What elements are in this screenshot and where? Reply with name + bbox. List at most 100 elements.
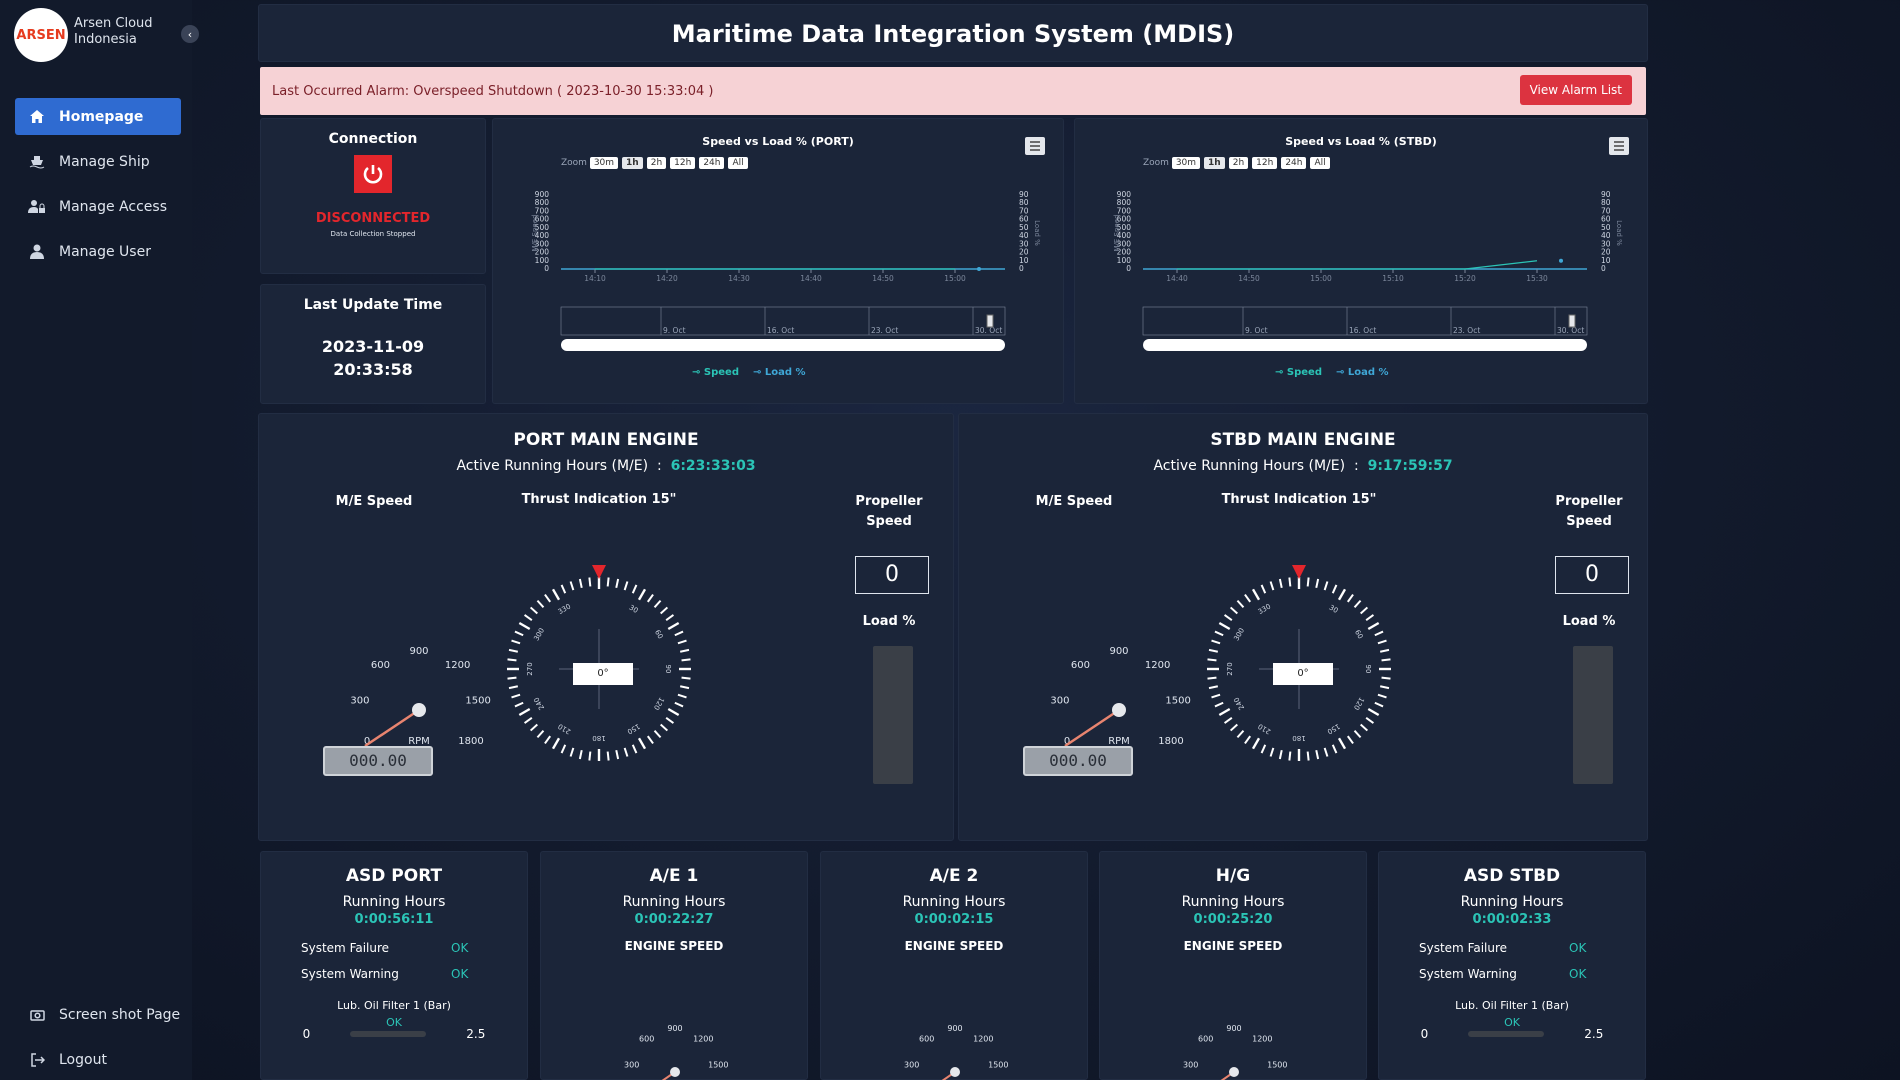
compass-tick: [508, 648, 519, 653]
nav-manage-ship[interactable]: Manage Ship: [15, 143, 181, 180]
connection-status: DISCONNECTED: [315, 211, 431, 226]
navigator-label: 16. Oct: [1349, 326, 1376, 335]
compass-tick: [518, 621, 531, 631]
y-axis-label-right: Load %: [1033, 220, 1041, 246]
compass-tick: [606, 751, 610, 761]
card-title: H/G: [1215, 866, 1251, 886]
compass-label: 30: [1328, 604, 1340, 615]
y-axis-label-left: M/E Speed: [1113, 215, 1121, 252]
thrust-marker: [1292, 565, 1306, 579]
compass-tick: [653, 730, 662, 739]
y-tick-left: 0: [544, 264, 549, 273]
x-tick-label: 14:40: [800, 274, 822, 283]
compass-tick: [1278, 749, 1283, 760]
compass-label: 150: [626, 722, 642, 736]
propeller-label: Propeller Speed: [1555, 494, 1623, 529]
compass-tick: [623, 747, 629, 757]
bottom-card: H/G Running Hours 0:00:25:20 ENGINE SPEED 30…: [1099, 851, 1367, 1080]
y-axis-label-left: M/E Speed: [531, 215, 539, 252]
nav-label: Manage Ship: [59, 153, 150, 170]
rpm-tick-label: 1500: [988, 1060, 1008, 1069]
rpm-tick-label: 1200: [1145, 660, 1170, 671]
compass-tick: [1218, 707, 1231, 717]
compass-label: 210: [557, 722, 573, 736]
legend-speed: ⊸ Speed: [692, 367, 739, 378]
compass-tick: [1214, 630, 1224, 637]
rpm-tick-label: 1500: [708, 1060, 728, 1069]
chart-menu-button[interactable]: [1609, 137, 1629, 155]
logout-icon: [27, 1051, 47, 1069]
compass-tick: [1377, 639, 1387, 645]
rpm-tick-label: 300: [904, 1060, 919, 1069]
nav-homepage[interactable]: Homepage: [15, 98, 181, 135]
nav-screenshot-page[interactable]: Screen shot Page: [15, 996, 181, 1033]
compass-tick: [1331, 744, 1338, 754]
connection-panel: Connection DISCONNECTED Data Collection …: [260, 118, 486, 274]
nav-label: Manage Access: [59, 198, 167, 215]
power-button[interactable]: [354, 155, 392, 193]
rpm-tick-label: 1200: [445, 660, 470, 671]
compass-tick: [1269, 747, 1275, 757]
compass-tick: [1211, 639, 1221, 645]
collapse-sidebar-button[interactable]: ‹: [181, 25, 199, 43]
running-hours-label: Running Hours: [342, 894, 446, 910]
card-title: ASD PORT: [345, 866, 443, 886]
compass-label: 120: [652, 696, 666, 712]
compass-tick: [665, 716, 675, 724]
compass-tick: [569, 581, 575, 591]
chart-panel-port: Speed vs Load % (PORT) Zoom 30m 1h 2h 12h 24…: [492, 118, 1064, 404]
compass-tick: [536, 730, 545, 739]
navigator-label: 23. Oct: [871, 326, 898, 335]
chevron-left-icon: ‹: [187, 27, 193, 41]
chart-area[interactable]: Zoom 30m 1h 2h 12h 24h All 900 800 700 600 500 400 3…: [1075, 155, 1649, 395]
bottom-card: A/E 1 Running Hours 0:00:22:27 ENGINE SPEED…: [540, 851, 808, 1080]
last-update-date: 2023-11-09: [321, 337, 425, 356]
nav-manage-access[interactable]: Manage Access: [15, 188, 181, 225]
compass-tick: [1346, 735, 1354, 745]
nav-logout[interactable]: Logout: [15, 1041, 181, 1078]
filter-label: Lub. Oil Filter 1 (Bar): [337, 999, 451, 1012]
compass-tick: [667, 621, 680, 631]
compass-label: 270: [526, 662, 534, 675]
view-alarm-list-button[interactable]: View Alarm List: [1519, 75, 1632, 105]
compass-tick: [523, 716, 533, 724]
compass-tick: [1331, 584, 1338, 594]
x-tick-label: 14:20: [656, 274, 678, 283]
compass-tick: [551, 737, 561, 750]
me-speed-label: M/E Speed: [335, 494, 413, 509]
compass-label: 120: [1352, 696, 1366, 712]
compass-tick: [529, 606, 538, 615]
chart-area[interactable]: Zoom 30m 1h 2h 12h 24h All 900 800 700 600 500 400 3…: [493, 155, 1065, 395]
hours-label: Active Running Hours (M/E): [456, 458, 649, 474]
compass-tick: [1244, 593, 1252, 603]
load-label: Load %: [1562, 614, 1616, 629]
load-series-line: [1177, 260, 1538, 270]
chart-menu-button[interactable]: [1025, 137, 1045, 155]
gauge-hub: [670, 1067, 680, 1077]
filter-min: 0: [302, 1027, 311, 1041]
compass-tick: [1260, 744, 1267, 754]
compass-tick: [1381, 658, 1391, 662]
compass-tick: [1223, 614, 1233, 622]
compass-tick: [1229, 723, 1238, 732]
page-title: Maritime Data Integration System (MDIS): [671, 20, 1235, 48]
running-hours-value: 0:00:25:20: [1193, 912, 1273, 927]
filter-label: Lub. Oil Filter 1 (Bar): [1455, 999, 1569, 1012]
compass-tick: [1353, 730, 1362, 739]
bottom-card: ASD PORT Running Hours 0:00:56:11 System Fa…: [260, 851, 528, 1080]
engine-title: PORT MAIN ENGINE: [513, 430, 699, 450]
compass-tick: [1315, 749, 1320, 760]
chart-legend: ⊸ Speed ⊸ Load %: [692, 367, 805, 378]
nav-manage-user[interactable]: Manage User: [15, 233, 181, 270]
compass-tick: [1346, 593, 1354, 603]
thrust-angle-display: 0°: [1273, 663, 1333, 685]
compass-tick: [606, 577, 610, 587]
compass-tick: [514, 630, 524, 637]
running-hours-label: Running Hours: [902, 894, 1006, 910]
rpm-tick-label: 1800: [1158, 736, 1183, 747]
compass-tick: [1306, 751, 1310, 761]
propeller-speed-value: 0: [855, 556, 929, 594]
compass-tick: [1214, 701, 1224, 708]
rpm-tick-label: 1200: [973, 1034, 993, 1043]
compass-tick: [679, 685, 690, 690]
